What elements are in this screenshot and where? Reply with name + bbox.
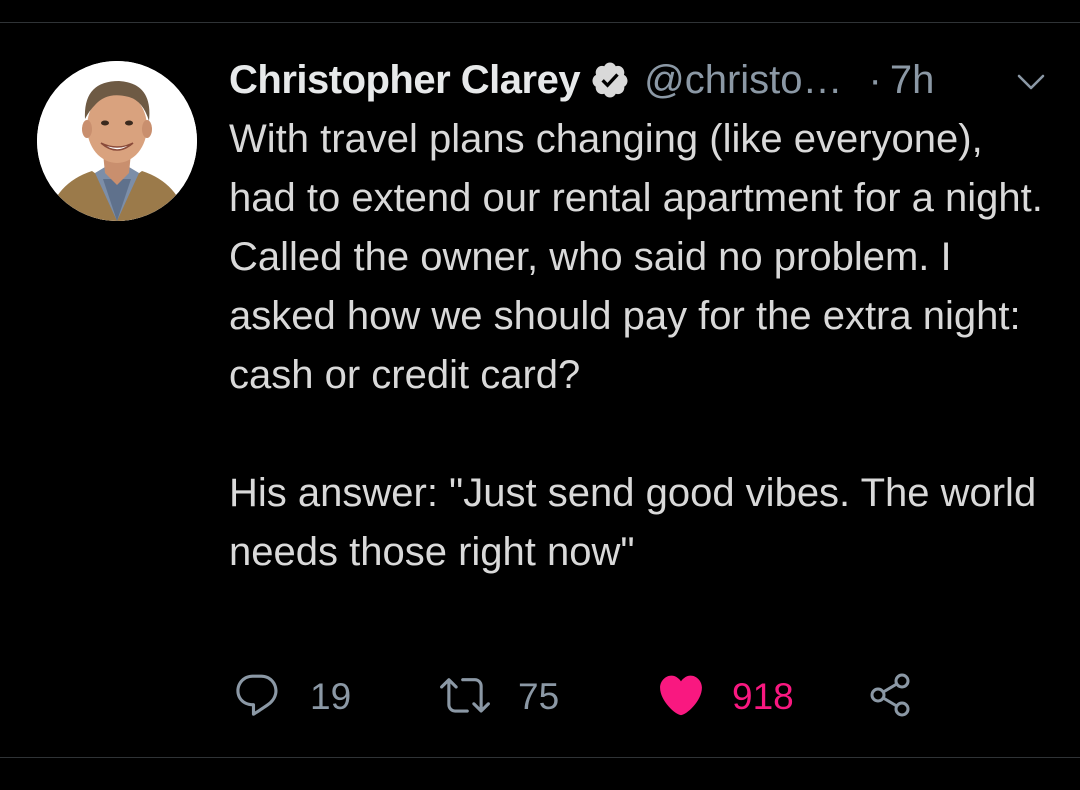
retweet-count: 75 <box>518 676 560 717</box>
tweet-actions: 19 75 918 <box>232 670 992 724</box>
like-count: 918 <box>732 676 794 717</box>
separator-dot: · <box>868 57 882 102</box>
verified-badge-icon <box>590 60 630 100</box>
top-divider <box>0 22 1080 23</box>
tweet[interactable]: Christopher Clarey @christo… · 7h With t… <box>0 0 1080 790</box>
author-handle[interactable]: @christo… <box>644 58 842 103</box>
tweet-paragraph-2: His answer: "Just send good vibes. The w… <box>229 471 1037 574</box>
tweet-time[interactable]: 7h <box>890 58 935 103</box>
tweet-paragraph-1: With travel plans changing (like everyon… <box>229 117 1043 397</box>
like-button[interactable]: 918 <box>656 670 794 724</box>
share-button[interactable] <box>866 670 914 724</box>
reply-button[interactable]: 19 <box>232 670 351 724</box>
tweet-text: With travel plans changing (like everyon… <box>229 110 1049 582</box>
chevron-down-icon[interactable] <box>1013 64 1049 100</box>
comment-bubble-icon <box>232 670 282 725</box>
share-icon <box>866 671 914 724</box>
avatar-image <box>37 61 197 221</box>
retweet-button[interactable]: 75 <box>440 670 559 724</box>
tweet-header: Christopher Clarey @christo… · 7h <box>229 52 1049 108</box>
bottom-divider <box>0 757 1080 758</box>
author-name[interactable]: Christopher Clarey <box>229 58 581 103</box>
retweet-icon <box>440 670 490 725</box>
reply-count: 19 <box>310 676 352 717</box>
heart-icon <box>656 670 706 725</box>
avatar[interactable] <box>37 61 197 221</box>
